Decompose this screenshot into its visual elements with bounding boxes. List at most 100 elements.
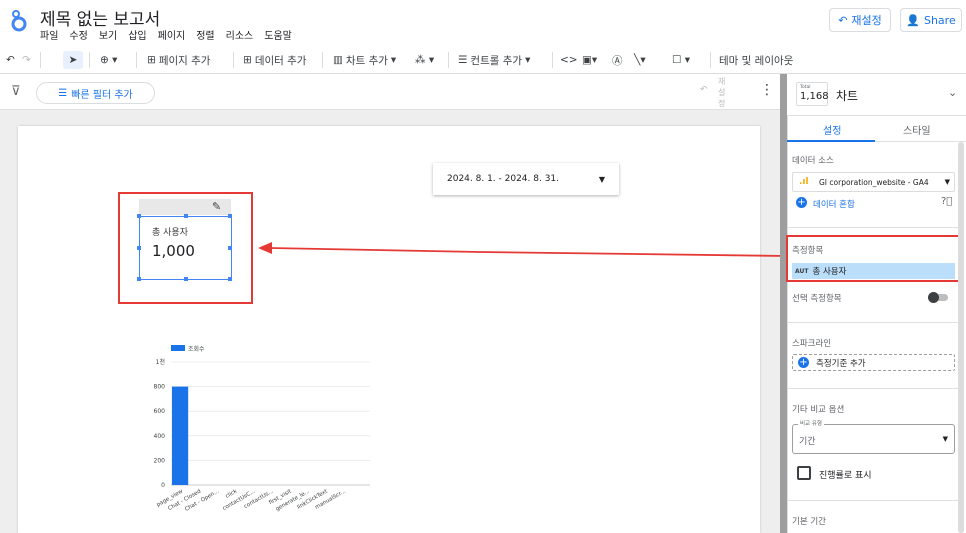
resize-handle[interactable]: [137, 214, 141, 218]
comparison-type-value: 기간: [799, 437, 816, 447]
panel-scrollbar[interactable]: [958, 142, 964, 533]
comparison-type-select[interactable]: 비교 유형 기간 ▼: [792, 419, 955, 454]
chart-type-thumbnail[interactable]: Total 1,168: [796, 82, 829, 106]
optional-metric-toggle[interactable]: [928, 292, 948, 303]
menu-help[interactable]: 도움말: [264, 27, 292, 42]
y-tick-label: 200: [154, 457, 166, 464]
menu-bar: 파일 수정 보기 삽입 페이지 정렬 리소스 도움말: [40, 27, 303, 42]
add-chart-icon: ▥: [333, 54, 343, 66]
pencil-icon[interactable]: ✎: [212, 200, 221, 213]
filter-bar: ⊽ ☰ 빠른 필터 추가 ↶ 재 설 정 ⋮: [0, 74, 780, 110]
looker-studio-logo-icon: [11, 10, 27, 32]
add-chart-button[interactable]: ▥ 차트 추가 ▾: [333, 51, 396, 69]
chevron-down-icon: ▾: [390, 54, 397, 66]
add-data-icon: ⊞: [243, 54, 252, 66]
total-small-label: Total: [800, 85, 811, 90]
redo-icon[interactable]: ↷: [22, 51, 31, 69]
sidebar-resize-strip[interactable]: [780, 74, 787, 533]
active-tab-indicator: [787, 140, 875, 142]
date-range-control[interactable]: 2024. 8. 1. - 2024. 8. 31. ▼: [433, 163, 619, 195]
data-source-select[interactable]: .ıl GI corporation_website - GA4 ▼: [792, 172, 955, 192]
panel-tabs: 설정 스타일: [787, 116, 966, 142]
add-chart-label: 차트 추가: [345, 54, 388, 67]
menu-insert[interactable]: 삽입: [128, 27, 146, 42]
show-progress-checkbox[interactable]: [797, 466, 811, 480]
select-cursor-icon[interactable]: ➤: [63, 51, 83, 69]
add-dimension-label: 측정기준 추가: [816, 358, 866, 369]
resize-handle[interactable]: [184, 214, 188, 218]
resize-handle[interactable]: [184, 277, 188, 281]
highlight-box-metric: [786, 235, 962, 282]
menu-resource[interactable]: 리소스: [226, 27, 254, 42]
resize-handle[interactable]: [228, 246, 232, 250]
bar[interactable]: [171, 386, 189, 485]
add-quick-filter-button[interactable]: ☰ 빠른 필터 추가: [36, 82, 155, 104]
chevron-down-icon: ▼: [598, 175, 605, 184]
resize-handle[interactable]: [137, 246, 141, 250]
scorecard-edit-strip: ✎: [139, 199, 231, 215]
shape-icon[interactable]: ☐ ▾: [672, 51, 690, 69]
data-source-value: GI corporation_website - GA4: [819, 177, 929, 187]
filter-lines-icon: ☰: [58, 87, 68, 99]
share-label: Share: [923, 13, 956, 27]
add-data-label: 데이터 추가: [254, 54, 307, 67]
reset-vertical-label[interactable]: 재 설 정: [718, 76, 730, 109]
scorecard-chart[interactable]: 총 사용자 1,000: [137, 214, 232, 281]
report-page[interactable]: [18, 126, 760, 533]
community-viz-icon[interactable]: ⁂ ▾: [415, 51, 434, 69]
add-control-label: 컨트롤 추가: [470, 54, 523, 67]
chevron-down-icon: ▼: [942, 435, 948, 443]
toolbar: ↶ ↷ ➤ ⊕ ▾ ⊞ 페이지 추가 ⊞ 데이터 추가 ▥ 차트 추가 ▾ ⁂ …: [0, 46, 966, 74]
undo-arrow-icon: ↶: [838, 13, 848, 27]
menu-edit[interactable]: 수정: [69, 27, 87, 42]
line-icon[interactable]: ╲▾: [634, 51, 646, 69]
menu-file[interactable]: 파일: [40, 27, 58, 42]
chevron-down-icon: ▾: [525, 54, 531, 66]
undo-small-icon[interactable]: ↶: [700, 85, 708, 95]
zoom-icon[interactable]: ⊕ ▾: [100, 51, 117, 69]
undo-icon[interactable]: ↶: [6, 51, 15, 69]
resize-handle[interactable]: [228, 214, 232, 218]
comparison-section-label: 기타 비교 옵션: [792, 405, 845, 415]
chevron-down-icon[interactable]: ⌄: [948, 86, 957, 99]
y-tick-label: 800: [154, 384, 166, 391]
help-icon[interactable]: ?⃝: [941, 196, 952, 207]
add-control-button[interactable]: ☰ 컨트롤 추가 ▾: [458, 51, 530, 69]
add-circle-icon[interactable]: +: [796, 197, 807, 208]
default-period-label: 기본 기간: [792, 517, 826, 527]
resize-handle[interactable]: [228, 277, 232, 281]
image-icon[interactable]: ▣▾: [582, 51, 597, 69]
y-tick-label: 1천: [156, 358, 165, 366]
add-dimension-button[interactable]: + 측정기준 추가: [792, 354, 955, 371]
panel-title: 차트: [836, 89, 859, 103]
share-button[interactable]: 👤 Share: [900, 8, 962, 32]
embed-code-icon[interactable]: <>: [560, 51, 578, 69]
add-data-button[interactable]: ⊞ 데이터 추가: [243, 51, 306, 69]
reset-label: 재설정: [851, 14, 882, 27]
bar-chart[interactable]: 02004006008001천 page_viewChat - ClosedCh…: [135, 340, 375, 530]
reset-button[interactable]: ↶ 재설정: [829, 8, 891, 32]
tab-style[interactable]: 스타일: [903, 122, 931, 137]
filter-icon[interactable]: ⊽: [11, 84, 21, 99]
resize-handle[interactable]: [137, 277, 141, 281]
scorecard-value: 1,000: [152, 242, 195, 260]
data-source-label: 데이터 소스: [792, 156, 834, 166]
legend-swatch: [171, 345, 185, 351]
more-vert-icon[interactable]: ⋮: [760, 82, 774, 98]
y-tick-label: 400: [154, 433, 166, 440]
blend-data-link[interactable]: 데이터 혼합: [813, 198, 855, 210]
menu-arrange[interactable]: 정렬: [196, 27, 214, 42]
title-bar: 제목 없는 보고서 파일 수정 보기 삽입 페이지 정렬 리소스 도움말 ↶ 재…: [0, 0, 966, 46]
add-page-label: 페이지 추가: [158, 54, 211, 67]
text-box-icon[interactable]: Ⓐ: [612, 51, 623, 69]
chevron-down-icon: ▼: [944, 178, 950, 186]
add-circle-icon: +: [798, 357, 809, 368]
theme-layout-button[interactable]: 테마 및 레이아웃: [719, 51, 793, 69]
total-value: 1,168: [800, 91, 829, 102]
add-page-button[interactable]: ⊞ 페이지 추가: [147, 51, 210, 69]
menu-page[interactable]: 페이지: [158, 27, 186, 42]
menu-view[interactable]: 보기: [99, 27, 117, 42]
tab-setup[interactable]: 설정: [823, 122, 841, 137]
panel-header: Total 1,168 차트 ⌄: [787, 74, 966, 116]
person-add-icon: 👤: [906, 13, 920, 27]
